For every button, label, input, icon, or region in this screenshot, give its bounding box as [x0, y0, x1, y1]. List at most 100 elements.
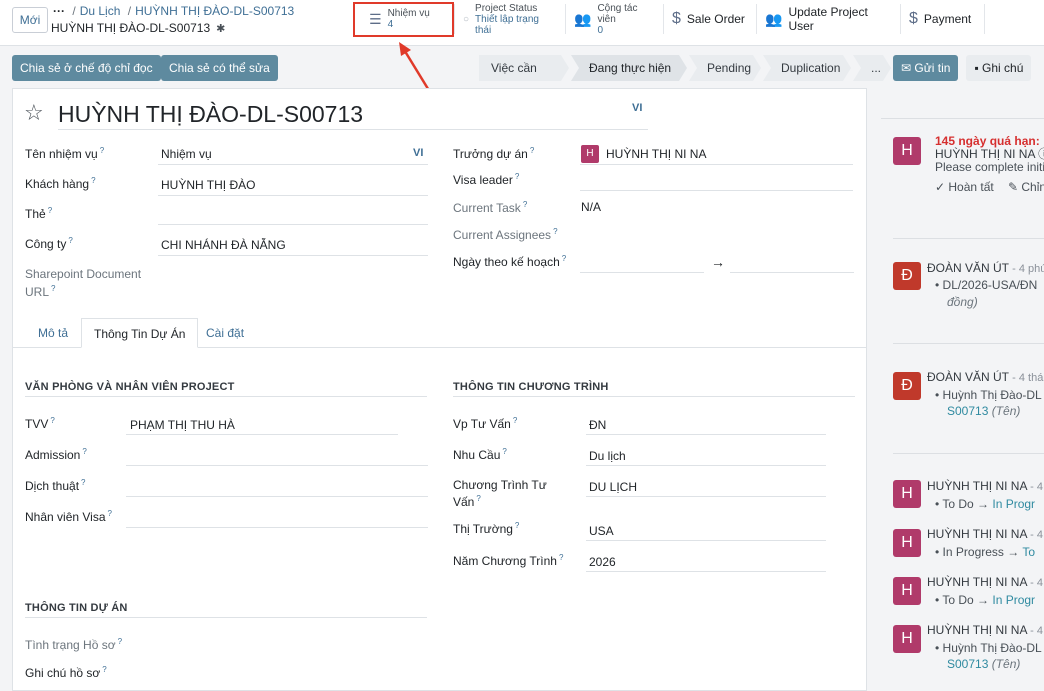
message-body: • To Do → In Progr: [935, 593, 1036, 607]
star-icon[interactable]: ☆: [24, 100, 44, 126]
office-label: Vp Tư Vấn?: [453, 416, 518, 431]
avatar: H: [893, 137, 921, 165]
message-author: HUỲNH THỊ NI NA - 4 t: [927, 527, 1044, 541]
info-icon[interactable]: ⓘ: [1038, 147, 1044, 161]
sharepoint-label-2: URL?: [25, 284, 56, 299]
message-body-2: S00713 (Tên): [947, 657, 1021, 671]
stage-more[interactable]: ...: [853, 55, 891, 81]
program-section-title: THÔNG TIN CHƯƠNG TRÌNH: [453, 381, 609, 393]
year-label: Năm Chương Trình?: [453, 553, 564, 568]
stage-in-progress[interactable]: Đang thực hiện: [571, 55, 687, 81]
file-note-label: Ghi chú hồ sơ?: [25, 665, 107, 680]
admission-label: Admission?: [25, 447, 87, 462]
message-author: HUỲNH THỊ NI NA - 4 t: [927, 623, 1044, 637]
update-project-user-button[interactable]: 👥 Update Project User: [757, 4, 901, 34]
collaborators-button[interactable]: 👥 Cộng tác viên 0: [566, 3, 664, 36]
message-author: ĐOÀN VĂN ÚT - 4 thán: [927, 370, 1044, 384]
planned-date-label: Ngày theo kế hoạch?: [453, 254, 567, 269]
gear-icon[interactable]: ✱: [216, 22, 225, 35]
company-field[interactable]: CHI NHÁNH ĐÀ NẴNG: [161, 238, 286, 252]
task-name-lang[interactable]: VI: [413, 147, 423, 159]
message-body: • Huỳnh Thị Đào-DL: [935, 641, 1042, 655]
visa-leader-label: Visa leader?: [453, 172, 520, 187]
dollar-icon: $: [909, 10, 918, 27]
pencil-icon: ✎: [1008, 180, 1022, 194]
send-message-button[interactable]: ✉ Gửi tin: [893, 55, 959, 81]
stage-pending[interactable]: Pending: [689, 55, 761, 81]
message-author: HUỲNH THỊ NI NA - 4 t: [927, 479, 1044, 493]
tab-project-info[interactable]: Thông Tin Dự Án: [81, 318, 199, 348]
status-dot-icon: ○: [463, 13, 470, 25]
message-body: • DL/2026-USA/ĐN: [935, 278, 1038, 292]
avatar: H: [893, 529, 921, 557]
record-title[interactable]: HUỲNH THỊ ĐÀO-DL-S00713: [58, 101, 363, 128]
stage-todo[interactable]: Việc cần làm: [479, 55, 569, 81]
message-body-2: đồng): [947, 295, 978, 309]
customer-field[interactable]: HUỲNH THỊ ĐÀO: [161, 178, 255, 192]
activity-done-button[interactable]: ✓ Hoàn tất: [935, 180, 994, 194]
avatar: H: [893, 480, 921, 508]
project-manager-field[interactable]: HUỲNH THỊ NI NA: [606, 147, 706, 161]
tab-description[interactable]: Mô tả: [26, 318, 80, 348]
file-status-label: Tình trạng Hồ sơ?: [25, 637, 123, 652]
share-edit-button[interactable]: Chia sẻ có thể sửa: [161, 55, 278, 81]
message-author: HUỲNH THỊ NI NA - 4 t: [927, 575, 1044, 589]
office-section-title: VĂN PHÒNG VÀ NHÂN VIÊN PROJECT: [25, 381, 235, 393]
arrow-right-icon: →: [711, 254, 725, 270]
current-task-label: Current Task?: [453, 200, 528, 215]
lang-badge[interactable]: VI: [632, 102, 642, 114]
customer-label: Khách hàng?: [25, 176, 96, 191]
stage-statusbar: Việc cần làm Đang thực hiện Pending Dupl…: [479, 55, 893, 81]
program-label: Chương Trình Tư: [453, 478, 547, 492]
avatar: H: [893, 625, 921, 653]
record-name: HUỲNH THỊ ĐÀO-DL-S00713 ✱: [51, 21, 226, 35]
chatter-actions: ✉ Gửi tin ▪ Ghi chú: [893, 55, 1032, 81]
log-note-button[interactable]: ▪ Ghi chú: [966, 55, 1032, 81]
market-field[interactable]: USA: [589, 524, 614, 538]
tvv-label: TVV?: [25, 416, 55, 431]
year-field[interactable]: 2026: [589, 555, 616, 569]
current-assignees-label: Current Assignees?: [453, 227, 558, 242]
breadcrumb-root-link[interactable]: Du Lịch: [80, 4, 121, 18]
project-manager-label: Trưởng dự án?: [453, 146, 535, 161]
envelope-icon: ✉: [901, 61, 915, 75]
users-icon: 👥: [765, 10, 783, 27]
message-body: • Huỳnh Thị Đào-DL: [935, 388, 1042, 402]
users-icon: 👥: [574, 10, 592, 27]
message-body: • To Do → In Progr: [935, 497, 1036, 511]
message-body: • In Progress → To: [935, 545, 1036, 559]
dollar-icon: $: [672, 10, 681, 27]
translation-label: Dịch thuật?: [25, 478, 86, 493]
current-task-value: N/A: [581, 200, 602, 214]
tvv-field[interactable]: PHẠM THỊ THU HÀ: [130, 418, 235, 432]
activity-text: Please complete initia: [935, 160, 1044, 174]
avatar: Đ: [893, 262, 921, 290]
message-author: ĐOÀN VĂN ÚT - 4 phút: [927, 261, 1044, 275]
project-status-button[interactable]: ○ Project Status Thiết lập trạng thái: [455, 3, 566, 36]
program-label-2: Vấn?: [453, 494, 481, 509]
new-button[interactable]: Mới: [12, 7, 48, 33]
breadcrumb: ··· / Du Lịch / HUỲNH THỊ ĐÀO-DL-S00713: [53, 4, 295, 18]
project-section-title: THÔNG TIN DỰ ÁN: [25, 602, 128, 614]
task-name-field[interactable]: Nhiệm vụ: [161, 147, 212, 161]
share-readonly-button[interactable]: Chia sẻ ở chế độ chỉ đọc: [12, 55, 161, 81]
breadcrumb-record-link[interactable]: HUỲNH THỊ ĐÀO-DL-S00713: [135, 4, 294, 18]
tab-settings[interactable]: Cài đặt: [194, 318, 256, 348]
task-name-label: Tên nhiệm vụ?: [25, 146, 105, 161]
tags-label: Thẻ?: [25, 206, 53, 221]
program-field[interactable]: DU LỊCH: [589, 480, 637, 494]
sale-order-button[interactable]: $ Sale Order: [664, 4, 757, 34]
breadcrumb-more-icon[interactable]: ···: [53, 4, 65, 18]
notebook-tabs: Mô tả Thông Tin Dự Án Cài đặt: [12, 318, 867, 348]
need-field[interactable]: Du lịch: [589, 449, 626, 463]
highlight-box: [353, 2, 454, 37]
stage-duplication[interactable]: Duplication: [763, 55, 851, 81]
market-label: Thị Trường?: [453, 521, 520, 536]
need-label: Nhu Cầu?: [453, 447, 507, 462]
visa-staff-label: Nhân viên Visa?: [25, 509, 112, 524]
avatar: Đ: [893, 372, 921, 400]
office-field[interactable]: ĐN: [589, 418, 606, 432]
activity-edit-button[interactable]: ✎ Chỉn: [1008, 180, 1044, 194]
check-icon: ✓: [935, 180, 949, 194]
payment-button[interactable]: $ Payment: [901, 4, 985, 34]
